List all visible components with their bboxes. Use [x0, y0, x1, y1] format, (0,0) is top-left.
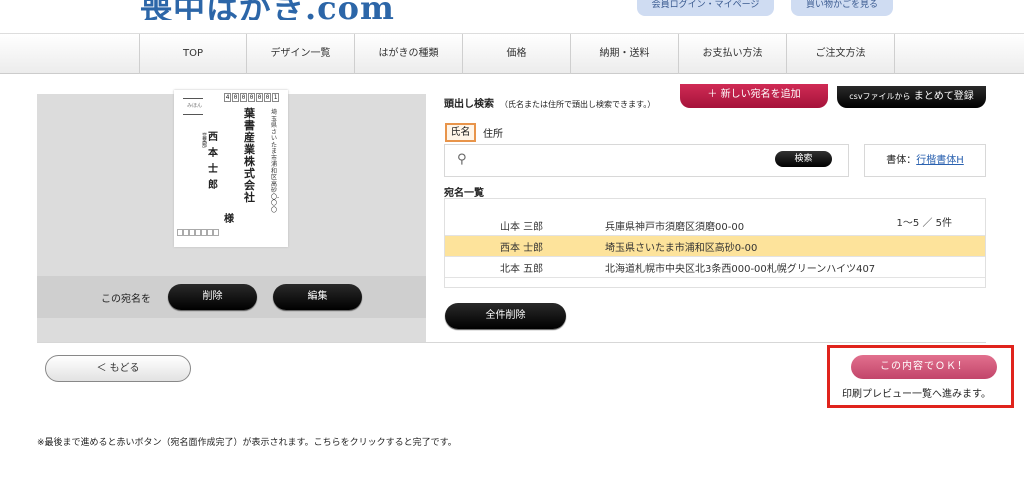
nav-item-top[interactable]: TOP	[140, 34, 247, 74]
address-list: 1〜5 ／ 5件 山本 三郎 兵庫県神戸市須磨区須磨00-00 西本 士郎 埼玉…	[444, 198, 986, 288]
recipient-name: 西本士郎	[208, 132, 218, 191]
confirm-ok-button[interactable]: この内容でＯＫ！	[851, 355, 997, 379]
preview-action-bar: この宛名を 削除 編集	[37, 276, 426, 318]
zip-digit: 0	[240, 93, 247, 102]
csv-main: まとめて登録	[913, 91, 974, 102]
row-name: 北本 五郎	[500, 263, 544, 275]
zip-digit: 0	[256, 93, 263, 102]
address-rows: 山本 三郎 兵庫県神戸市須磨区須磨00-00 西本 士郎 埼玉県さいたま市浦和区…	[445, 215, 985, 278]
tab-search-by-address[interactable]: 住所	[483, 125, 503, 140]
add-new-address-button[interactable]: ＋ 新しい宛名を追加	[680, 84, 828, 108]
nav-item-how-to-order[interactable]: ご注文方法	[787, 34, 895, 74]
table-row[interactable]: 山本 三郎 兵庫県神戸市須磨区須磨00-00	[445, 215, 985, 236]
divider	[183, 114, 203, 115]
recipient-company: 葉書産業株式会社	[244, 107, 255, 204]
csv-prefix: csvファイルから	[849, 92, 911, 101]
row-address: 兵庫県神戸市須磨区須磨00-00	[605, 221, 745, 233]
address-list-title: 宛名一覧	[444, 188, 484, 199]
csv-bulk-register-button[interactable]: csvファイルから まとめて登録	[837, 86, 986, 108]
nav-item-designs[interactable]: デザイン一覧	[247, 34, 355, 74]
edit-address-button[interactable]: 編集	[273, 284, 362, 310]
row-name: 西本 士郎	[500, 242, 544, 254]
sender-zip-boxes	[177, 229, 219, 236]
site-logo[interactable]: 喪中はがき.com	[140, 0, 395, 20]
section-divider	[37, 342, 986, 343]
postcard-preview: みほん 4 0 0 0 0 0 1 埼玉県さいたま市浦和区高砂〇-〇〇 葉書産業…	[174, 90, 288, 247]
zip-digit: 1	[272, 93, 279, 102]
zip-digit: 4	[224, 93, 231, 102]
font-link[interactable]: 行楷書体H	[916, 155, 964, 166]
font-setting: 書体：行楷書体H	[864, 144, 986, 177]
search-input[interactable]	[475, 152, 805, 168]
sample-label: みほん	[187, 103, 203, 109]
table-row-selected[interactable]: 西本 士郎 埼玉県さいたま市浦和区高砂0-00	[445, 236, 985, 257]
row-address: 北海道札幌市中央区北3条西000-00札幌グリーンハイツ407	[605, 263, 876, 275]
global-nav: TOP デザイン一覧 はがきの種類 価格 納期・送料 お支払い方法 ご注文方法	[0, 33, 1024, 74]
recipient-address: 埼玉県さいたま市浦和区高砂〇-〇〇	[271, 109, 280, 214]
footnote: ※最後まで進めると赤いボタン（宛名面作成完了）が表示されます。こちらをクリックす…	[37, 438, 457, 448]
zip-digit: 0	[248, 93, 255, 102]
row-address: 埼玉県さいたま市浦和区高砂0-00	[605, 242, 758, 254]
address-preview-panel: みほん 4 0 0 0 0 0 1 埼玉県さいたま市浦和区高砂〇-〇〇 葉書産業…	[37, 90, 426, 342]
zip-box	[213, 229, 219, 236]
nav-item-card-types[interactable]: はがきの種類	[355, 34, 463, 74]
search-icon: ⚲	[457, 152, 467, 167]
row-name: 山本 三郎	[500, 221, 544, 233]
zip-digit: 0	[232, 93, 239, 102]
divider	[183, 98, 203, 99]
recipient-honorific: 様	[224, 214, 234, 225]
confirm-caption: 印刷プレビュー一覧へ進みます。	[842, 389, 991, 400]
action-label: この宛名を	[101, 294, 151, 305]
member-login-button[interactable]: 会員ログイン・マイページ	[637, 0, 774, 16]
search-title-text: 頭出し検索	[444, 99, 494, 110]
font-label: 書体：	[886, 155, 917, 166]
search-button[interactable]: 検索	[775, 151, 832, 167]
search-note: （氏名または住所で頭出し検索できます。）	[500, 100, 656, 109]
view-cart-button[interactable]: 買い物かごを見る	[791, 0, 893, 16]
table-row[interactable]: 北本 五郎 北海道札幌市中央区北3条西000-00札幌グリーンハイツ407	[445, 257, 985, 278]
nav-item-payment[interactable]: お支払い方法	[679, 34, 787, 74]
nav-item-price[interactable]: 価格	[463, 34, 571, 74]
back-button[interactable]: ＜ もどる	[45, 355, 191, 382]
search-section-title: 頭出し検索 （氏名または住所で頭出し検索できます。）	[444, 95, 655, 110]
zip-digit: 0	[264, 93, 271, 102]
delete-all-button[interactable]: 全件削除	[445, 303, 566, 329]
zip-code-boxes: 4 0 0 0 0 0 1	[224, 93, 280, 102]
nav-item-delivery[interactable]: 納期・送料	[571, 34, 679, 74]
tab-search-by-name[interactable]: 氏名	[445, 123, 476, 142]
delete-address-button[interactable]: 削除	[168, 284, 257, 310]
